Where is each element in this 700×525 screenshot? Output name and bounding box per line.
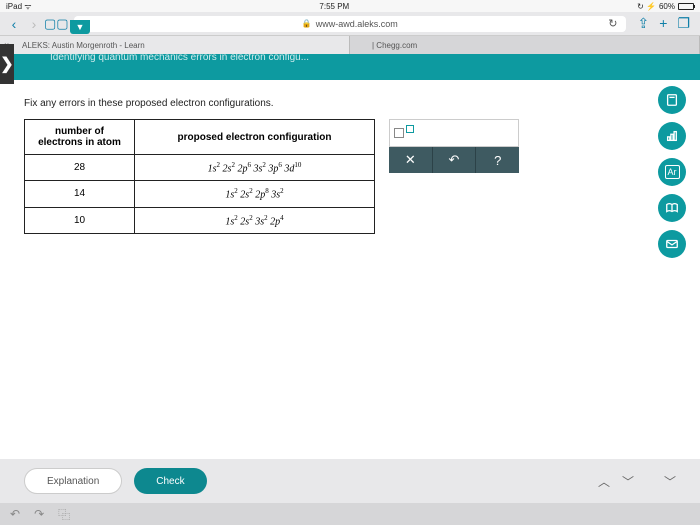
mail-icon[interactable]	[658, 230, 686, 258]
table-row: 10 1s2 2s2 3s2 2p4	[25, 207, 375, 233]
ipad-status-bar: iPad ᯤ 7:55 PM ↻ ⚡60%	[0, 0, 700, 12]
electron-count: 28	[25, 155, 135, 181]
calculator-icon[interactable]	[658, 86, 686, 114]
collapse-icon[interactable]: ﹀	[664, 473, 676, 490]
electron-config-table: number of electrons in atom proposed ele…	[24, 119, 375, 234]
battery-icon	[678, 3, 694, 10]
col-header-conf: proposed electron configuration	[135, 120, 375, 155]
help-button[interactable]: ?	[476, 147, 519, 173]
answer-toolbox: ✕ ↶ ?	[389, 119, 519, 173]
electron-config[interactable]: 1s2 2s2 2p6 3s2 3p6 3d10	[135, 155, 375, 181]
bookmarks-icon[interactable]: ▢▢	[44, 16, 68, 32]
tab-aleks[interactable]: × ALEKS: Austin Morgenroth - Learn	[0, 36, 350, 54]
tab-label: | Chegg.com	[372, 41, 417, 50]
check-button[interactable]: Check	[134, 468, 206, 494]
undo-button[interactable]: ↶	[433, 147, 477, 173]
tab-bar: × ALEKS: Austin Morgenroth - Learn | Che…	[0, 36, 700, 54]
wifi-icon: ᯤ	[24, 2, 31, 11]
app-header: Identifying quantum mechanics errors in …	[0, 54, 700, 80]
url-bar[interactable]: 🔒 www-awd.aleks.com ↻	[74, 16, 626, 32]
battery-pct: 60%	[659, 2, 675, 11]
side-handle[interactable]: ❯	[0, 44, 14, 84]
periodic-table-icon[interactable]: Ar	[658, 158, 686, 186]
electron-config[interactable]: 1s2 2s2 2p8 3s2	[135, 181, 375, 207]
safari-toolbar: ‹ › ▢▢ 🔒 www-awd.aleks.com ↻ ⇪ + ❐	[0, 12, 700, 36]
share-icon[interactable]: ⇪	[638, 15, 650, 32]
col-header-num: number of electrons in atom	[25, 120, 135, 155]
electron-count: 14	[25, 181, 135, 207]
reload-icon[interactable]: ↻	[608, 17, 617, 30]
instruction-text: Fix any errors in these proposed electro…	[24, 98, 676, 109]
checkbox-icon[interactable]	[394, 128, 404, 138]
tab-chegg[interactable]: | Chegg.com	[350, 36, 700, 54]
device-label: iPad	[6, 2, 22, 11]
forward-button[interactable]: ›	[24, 16, 44, 32]
tabs-icon[interactable]: ❐	[677, 15, 690, 32]
action-bar: Explanation Check ︿ ﹀ ﹀	[0, 459, 700, 503]
superscript-icon[interactable]	[406, 125, 414, 133]
tab-label: ALEKS: Austin Morgenroth - Learn	[22, 41, 145, 50]
status-right: ↻ ⚡60%	[637, 2, 694, 11]
explanation-button[interactable]: Explanation	[24, 468, 122, 494]
prev-icon[interactable]: ︿	[598, 473, 610, 490]
new-tab-icon[interactable]: +	[659, 15, 667, 32]
reference-book-icon[interactable]	[658, 194, 686, 222]
topic-title: Identifying quantum mechanics errors in …	[50, 54, 309, 63]
copy-icon[interactable]: ⿻	[58, 506, 70, 523]
bar-chart-icon[interactable]	[658, 122, 686, 150]
electron-config[interactable]: 1s2 2s2 3s2 2p4	[135, 207, 375, 233]
back-button[interactable]: ‹	[4, 16, 24, 32]
content-area: Fix any errors in these proposed electro…	[0, 80, 700, 460]
electron-count: 10	[25, 207, 135, 233]
history-back-icon[interactable]: ↶	[10, 507, 20, 521]
lock-icon: 🔒	[302, 19, 312, 28]
history-fwd-icon[interactable]: ↷	[34, 507, 44, 521]
safari-footer: ↶ ↷ ⿻	[0, 503, 700, 525]
answer-input-cell[interactable]	[389, 119, 519, 147]
table-row: 14 1s2 2s2 2p8 3s2	[25, 181, 375, 207]
table-row: 28 1s2 2s2 2p6 3s2 3p6 3d10	[25, 155, 375, 181]
side-tools: Ar	[658, 86, 686, 258]
topic-dropdown[interactable]: ▼	[70, 20, 90, 34]
url-text: www-awd.aleks.com	[316, 19, 398, 29]
clear-button[interactable]: ✕	[389, 147, 433, 173]
clock: 7:55 PM	[32, 2, 638, 11]
next-icon[interactable]: ﹀	[622, 473, 634, 490]
